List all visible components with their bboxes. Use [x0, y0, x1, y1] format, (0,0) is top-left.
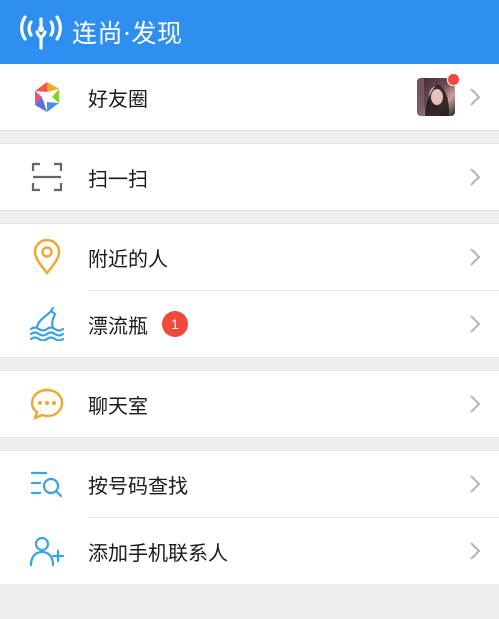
menu-label: 聊天室: [88, 393, 148, 418]
page-title: 连尚·发现: [72, 19, 183, 48]
scan-icon: [27, 157, 67, 197]
menu-item-scan[interactable]: 扫一扫: [0, 144, 499, 210]
section-gap: [0, 130, 499, 144]
chevron-right-icon: [470, 248, 481, 266]
menu-item-search-by-number[interactable]: 按号码查找: [0, 451, 499, 517]
menu-item-nearby-people[interactable]: 附近的人: [0, 224, 499, 290]
chevron-right-icon: [470, 168, 481, 186]
menu-item-chat-room[interactable]: 聊天室: [0, 371, 499, 437]
new-post-dot: [447, 73, 460, 86]
chevron-right-icon: [470, 88, 481, 106]
group-chat-room: 聊天室: [0, 371, 499, 437]
menu-item-add-phone-contacts[interactable]: 添加手机联系人: [0, 518, 499, 584]
menu-item-drift-bottle[interactable]: 漂流瓶 1: [0, 291, 499, 357]
menu-label: 漂流瓶: [88, 313, 148, 338]
group-scan: 扫一扫: [0, 144, 499, 210]
menu-label: 附近的人: [88, 246, 168, 271]
section-gap: [0, 210, 499, 224]
menu-label: 添加手机联系人: [88, 540, 228, 565]
chevron-right-icon: [470, 475, 481, 493]
section-gap: [0, 437, 499, 451]
moments-icon: [27, 77, 67, 117]
menu-label: 按号码查找: [88, 473, 188, 498]
app-header: 连尚·发现: [0, 0, 499, 64]
drift-bottle-icon: [27, 304, 67, 344]
chevron-right-icon: [470, 395, 481, 413]
search-list-icon: [27, 464, 67, 504]
menu-label: 扫一扫: [88, 166, 148, 191]
friend-avatar: [417, 73, 460, 116]
chat-room-icon: [27, 384, 67, 424]
wifi-logo-icon: [20, 15, 62, 50]
group-add-friends: 按号码查找 添加手机联系人: [0, 451, 499, 584]
unread-badge: 1: [162, 311, 188, 337]
group-moments: 好友圈: [0, 64, 499, 130]
section-gap: [0, 357, 499, 371]
group-nearby: 附近的人 漂流瓶 1: [0, 224, 499, 357]
chevron-right-icon: [470, 315, 481, 333]
add-contact-icon: [27, 531, 67, 571]
chevron-right-icon: [470, 542, 481, 560]
menu-item-moments[interactable]: 好友圈: [0, 64, 499, 130]
location-pin-icon: [27, 237, 67, 277]
menu-label: 好友圈: [88, 86, 148, 111]
